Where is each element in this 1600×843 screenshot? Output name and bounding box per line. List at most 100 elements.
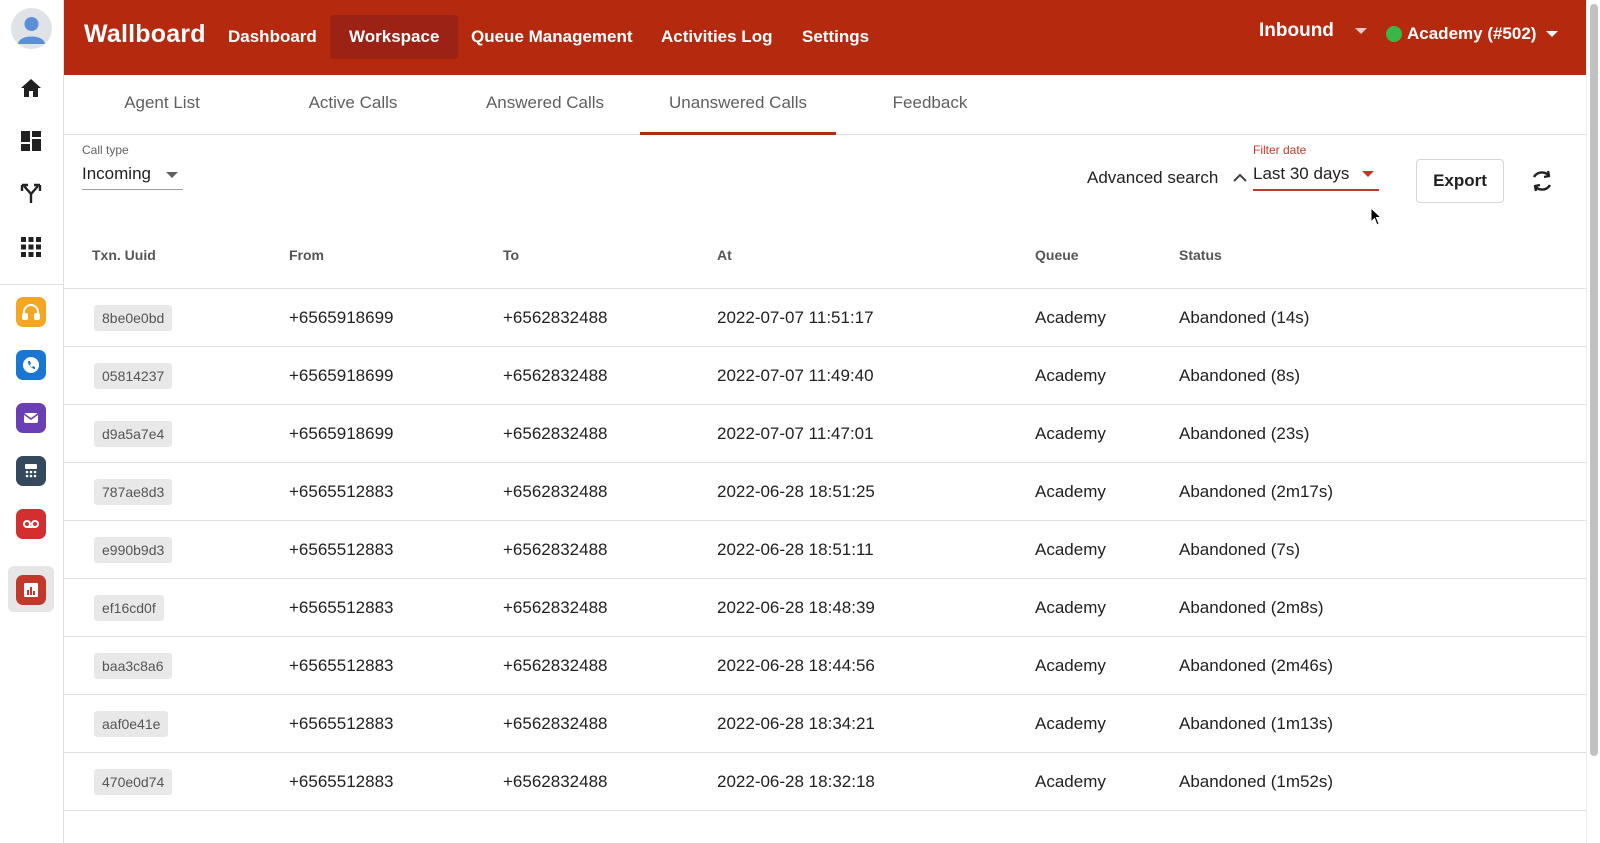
filter-date-select[interactable]: Last 30 days bbox=[1253, 164, 1379, 191]
merge-icon[interactable] bbox=[14, 177, 48, 211]
table-row[interactable]: d9a5a7e4 +6565918699 +6562832488 2022-07-07… bbox=[64, 405, 1586, 463]
mode-selector[interactable]: Inbound bbox=[1259, 20, 1368, 42]
chevron-down-icon bbox=[1355, 27, 1368, 34]
phone-app-icon[interactable] bbox=[16, 350, 46, 380]
at-cell: 2022-06-28 18:48:39 bbox=[717, 598, 875, 617]
table-row[interactable]: 470e0d74 +6565512883 +6562832488 2022-06-28… bbox=[64, 753, 1586, 811]
from-cell: +6565512883 bbox=[289, 772, 394, 791]
tab-agent-list[interactable]: Agent List bbox=[64, 75, 260, 135]
left-rail bbox=[0, 0, 64, 843]
headset-app-icon[interactable] bbox=[16, 297, 46, 327]
status-cell: Abandoned (23s) bbox=[1179, 424, 1310, 443]
to-cell: +6562832488 bbox=[503, 540, 608, 559]
tab-feedback[interactable]: Feedback bbox=[832, 75, 1028, 135]
nav-dashboard[interactable]: Dashboard bbox=[209, 15, 336, 59]
txn-uuid-chip[interactable]: aaf0e41e bbox=[94, 711, 169, 737]
advanced-search-toggle[interactable]: Advanced search bbox=[1087, 168, 1247, 188]
tab-unanswered-calls[interactable]: Unanswered Calls bbox=[640, 75, 836, 135]
to-cell: +6562832488 bbox=[503, 482, 608, 501]
voicemail-app-icon[interactable] bbox=[16, 509, 46, 539]
dashboard-icon[interactable] bbox=[14, 124, 48, 158]
nav-settings[interactable]: Settings bbox=[783, 15, 888, 59]
table-header: Txn. Uuid From To At Queue Status bbox=[64, 225, 1586, 289]
column-header-to[interactable]: To bbox=[503, 247, 519, 263]
export-button[interactable]: Export bbox=[1416, 159, 1504, 203]
report-app-icon[interactable] bbox=[16, 575, 46, 605]
from-cell: +6565512883 bbox=[289, 540, 394, 559]
table-row[interactable]: 05814237 +6565918699 +6562832488 2022-07-07… bbox=[64, 347, 1586, 405]
from-cell: +6565918699 bbox=[289, 424, 394, 443]
from-cell: +6565918699 bbox=[289, 308, 394, 327]
queue-cell: Academy bbox=[1035, 598, 1106, 617]
at-cell: 2022-06-28 18:51:25 bbox=[717, 482, 875, 501]
status-cell: Abandoned (1m52s) bbox=[1179, 772, 1334, 791]
nav-queue-management[interactable]: Queue Management bbox=[452, 15, 652, 59]
table-row[interactable]: 787ae8d3 +6565512883 +6562832488 2022-06-28… bbox=[64, 463, 1586, 521]
column-header-status[interactable]: Status bbox=[1179, 247, 1222, 263]
mouse-cursor-icon bbox=[1370, 207, 1383, 226]
tab-active-calls[interactable]: Active Calls bbox=[255, 75, 451, 135]
to-cell: +6562832488 bbox=[503, 424, 608, 443]
status-cell: Abandoned (2m8s) bbox=[1179, 598, 1324, 617]
account-selector[interactable]: Academy (#502) bbox=[1386, 24, 1559, 44]
table-row[interactable]: aaf0e41e +6565512883 +6562832488 2022-06-28… bbox=[64, 695, 1586, 753]
queue-cell: Academy bbox=[1035, 482, 1106, 501]
table-row[interactable]: ef16cd0f +6565512883 +6562832488 2022-06-28… bbox=[64, 579, 1586, 637]
column-header-queue[interactable]: Queue bbox=[1035, 247, 1079, 263]
txn-uuid-chip[interactable]: d9a5a7e4 bbox=[94, 421, 173, 447]
from-cell: +6565512883 bbox=[289, 656, 394, 675]
call-type-label: Call type bbox=[82, 143, 129, 157]
status-dot-icon bbox=[1386, 26, 1402, 42]
app-brand: Wallboard bbox=[84, 20, 206, 48]
mode-label: Inbound bbox=[1259, 20, 1334, 41]
txn-uuid-chip[interactable]: ef16cd0f bbox=[94, 595, 164, 621]
status-cell: Abandoned (2m46s) bbox=[1179, 656, 1334, 675]
account-label: Academy (#502) bbox=[1407, 24, 1537, 43]
column-header-from[interactable]: From bbox=[289, 247, 324, 263]
call-type-value: Incoming bbox=[82, 164, 151, 183]
filter-date-value: Last 30 days bbox=[1253, 164, 1350, 183]
queue-cell: Academy bbox=[1035, 772, 1106, 791]
unanswered-calls-table: Txn. Uuid From To At Queue Status 8be0e0… bbox=[64, 225, 1586, 811]
scrollbar-thumb[interactable] bbox=[1590, 4, 1598, 756]
table-body: 8be0e0bd +6565918699 +6562832488 2022-07-07… bbox=[64, 289, 1586, 811]
home-icon[interactable] bbox=[14, 71, 48, 105]
txn-uuid-chip[interactable]: 787ae8d3 bbox=[94, 479, 173, 505]
to-cell: +6562832488 bbox=[503, 366, 608, 385]
table-row[interactable]: baa3c8a6 +6565512883 +6562832488 2022-06-28… bbox=[64, 637, 1586, 695]
txn-uuid-chip[interactable]: 05814237 bbox=[94, 363, 173, 389]
column-header-at[interactable]: At bbox=[717, 247, 732, 263]
apps-grid-icon[interactable] bbox=[14, 230, 48, 264]
refresh-icon[interactable] bbox=[1526, 165, 1558, 197]
to-cell: +6562832488 bbox=[503, 656, 608, 675]
status-cell: Abandoned (14s) bbox=[1179, 308, 1310, 327]
filter-date-label: Filter date bbox=[1253, 143, 1307, 157]
queue-cell: Academy bbox=[1035, 366, 1106, 385]
to-cell: +6562832488 bbox=[503, 772, 608, 791]
tab-answered-calls[interactable]: Answered Calls bbox=[447, 75, 643, 135]
at-cell: 2022-07-07 11:49:40 bbox=[717, 366, 874, 385]
queue-cell: Academy bbox=[1035, 540, 1106, 559]
nav-activities-log[interactable]: Activities Log bbox=[642, 15, 791, 59]
txn-uuid-chip[interactable]: 470e0d74 bbox=[94, 769, 173, 795]
table-row[interactable]: e990b9d3 +6565512883 +6562832488 2022-06-28… bbox=[64, 521, 1586, 579]
status-cell: Abandoned (8s) bbox=[1179, 366, 1300, 385]
at-cell: 2022-06-28 18:34:21 bbox=[717, 714, 875, 733]
workspace-tabs: Agent List Active Calls Answered Calls U… bbox=[64, 75, 1586, 135]
txn-uuid-chip[interactable]: baa3c8a6 bbox=[94, 653, 172, 679]
column-header-txn-uuid[interactable]: Txn. Uuid bbox=[92, 247, 156, 263]
nav-workspace[interactable]: Workspace bbox=[330, 15, 459, 59]
advanced-search-label: Advanced search bbox=[1087, 168, 1219, 187]
txn-uuid-chip[interactable]: 8be0e0bd bbox=[94, 305, 173, 331]
txn-uuid-chip[interactable]: e990b9d3 bbox=[94, 537, 173, 563]
chevron-up-icon bbox=[1233, 173, 1247, 182]
at-cell: 2022-06-28 18:51:11 bbox=[717, 540, 874, 559]
message-app-icon[interactable] bbox=[16, 403, 46, 433]
status-cell: Abandoned (2m17s) bbox=[1179, 482, 1334, 501]
user-avatar[interactable] bbox=[11, 8, 52, 49]
queue-cell: Academy bbox=[1035, 424, 1106, 443]
to-cell: +6562832488 bbox=[503, 308, 608, 327]
dialpad-app-icon[interactable] bbox=[16, 456, 46, 486]
at-cell: 2022-06-28 18:32:18 bbox=[717, 772, 875, 791]
table-row[interactable]: 8be0e0bd +6565918699 +6562832488 2022-07-07… bbox=[64, 289, 1586, 347]
